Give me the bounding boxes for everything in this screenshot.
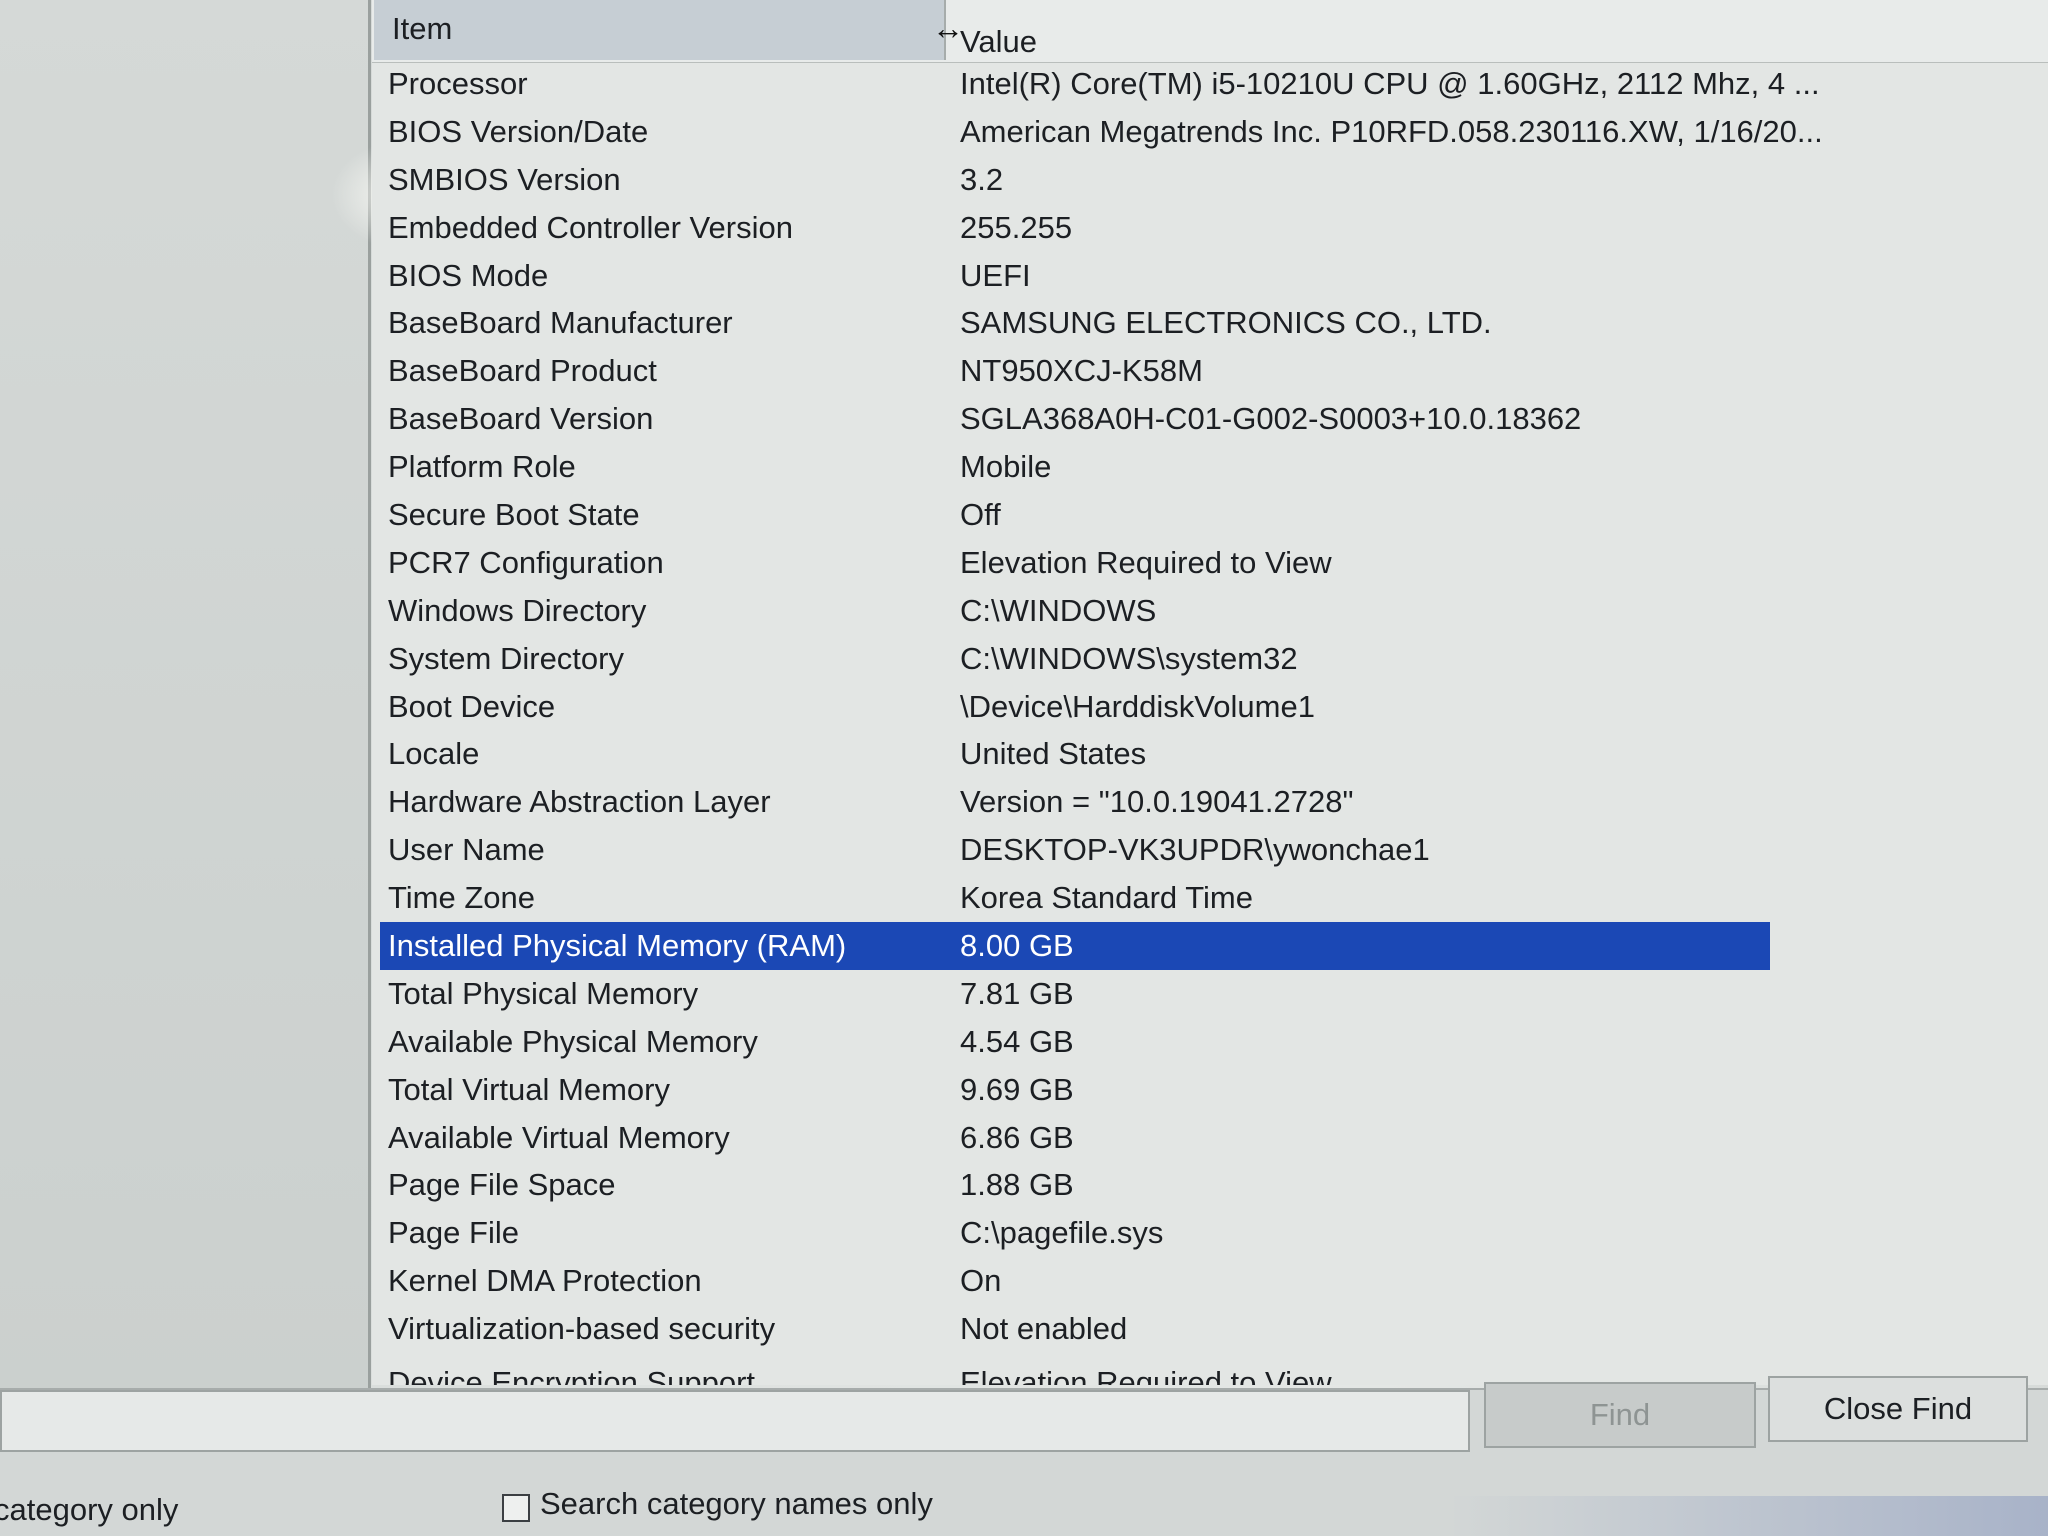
row-value: \Device\HarddiskVolume1: [960, 688, 1315, 724]
row-value: Intel(R) Core(TM) i5-10210U CPU @ 1.60GH…: [960, 66, 1820, 101]
row-value: American Megatrends Inc. P10RFD.058.2301…: [960, 113, 1823, 149]
row-item: Platform Role: [388, 449, 576, 485]
table-row[interactable]: SMBIOS Version 3.2: [372, 156, 1772, 204]
row-value: NT950XCJ-K58M: [960, 353, 1203, 389]
table-row[interactable]: Secure Boot State Off: [372, 491, 1772, 539]
table-row[interactable]: Time Zone Korea Standard Time: [372, 874, 1772, 922]
row-item: BaseBoard Product: [388, 353, 657, 389]
row-value: DESKTOP-VK3UPDR\ywonchae1: [960, 832, 1430, 868]
row-item: Boot Device: [388, 688, 556, 724]
row-value: C:\WINDOWS\system32: [960, 640, 1298, 676]
row-item: Page File Space: [388, 1167, 616, 1203]
row-item: Embedded Controller Version: [388, 209, 793, 245]
row-value: 4.54 GB: [960, 1023, 1074, 1059]
list-rows: Processor Intel(R) Core(TM) i5-10210U CP…: [372, 60, 1823, 1385]
row-value: Version = "10.0.19041.2728": [960, 784, 1354, 820]
table-row[interactable]: Kernel DMA Protection On: [372, 1257, 1772, 1305]
row-value: 255.255: [960, 209, 1073, 245]
table-row[interactable]: Total Virtual Memory 9.69 GB: [372, 1066, 1772, 1114]
row-item: BaseBoard Manufacturer: [388, 305, 733, 341]
row-item: PCR7 Configuration: [388, 544, 664, 580]
table-row[interactable]: Available Physical Memory 4.54 GB: [372, 1018, 1772, 1066]
row-item: Windows Directory: [388, 592, 647, 628]
row-value: 9.69 GB: [960, 1071, 1074, 1107]
system-summary-list[interactable]: Item ↔ Value Processor Intel(R) Core(TM)…: [372, 0, 2048, 1385]
row-item: Hardware Abstraction Layer: [388, 784, 771, 820]
row-item: BaseBoard Version: [388, 401, 654, 437]
table-row[interactable]: Processor Intel(R) Core(TM) i5-10210U CP…: [372, 60, 1820, 108]
table-row[interactable]: Available Virtual Memory 6.86 GB: [372, 1114, 1772, 1162]
table-row[interactable]: BaseBoard Manufacturer SAMSUNG ELECTRONI…: [372, 299, 1772, 347]
row-item: Virtualization-based security: [388, 1311, 776, 1347]
category-tree-pane[interactable]: [0, 0, 371, 1398]
row-item: Installed Physical Memory (RAM): [388, 928, 847, 964]
row-value: 6.86 GB: [960, 1119, 1074, 1155]
row-item: Secure Boot State: [388, 497, 640, 533]
table-row[interactable]: BIOS Version/Date American Megatrends In…: [372, 108, 1823, 156]
table-row[interactable]: Boot Device \Device\HarddiskVolume1: [372, 683, 1772, 731]
row-item: SMBIOS Version: [388, 161, 621, 197]
row-value: Off: [960, 497, 1001, 533]
table-row[interactable]: Page File C:\pagefile.sys: [372, 1209, 1772, 1257]
find-button-label: Find: [1589, 1397, 1651, 1432]
row-value: 8.00 GB: [960, 928, 1074, 964]
list-header: Item ↔ Value: [372, 0, 2048, 63]
row-value: Elevation Required to View: [960, 1365, 1332, 1385]
find-what-input[interactable]: [0, 1390, 1470, 1452]
table-row[interactable]: BIOS Mode UEFI: [372, 252, 1772, 300]
row-item: Time Zone: [388, 880, 536, 916]
taskbar-edge: [1448, 1496, 2048, 1536]
row-item: System Directory: [388, 640, 624, 676]
table-row[interactable]: Device Encryption Support Elevation Requ…: [372, 1353, 1772, 1385]
table-row[interactable]: Total Physical Memory 7.81 GB: [372, 970, 1772, 1018]
row-item: Device Encryption Support: [388, 1365, 756, 1385]
row-item: Locale: [388, 736, 480, 772]
row-value: SAMSUNG ELECTRONICS CO., LTD.: [960, 305, 1492, 341]
row-value: Not enabled: [960, 1311, 1128, 1347]
row-value: UEFI: [960, 257, 1031, 293]
row-item: Total Physical Memory: [388, 975, 699, 1011]
close-find-button-label: Close Find: [1823, 1391, 1973, 1426]
row-item: BIOS Version/Date: [388, 113, 649, 149]
row-value: SGLA368A0H-C01-G002-S0003+10.0.18362: [960, 401, 1582, 437]
search-selected-category-only-label[interactable]: category only: [0, 1482, 178, 1536]
table-row[interactable]: Windows Directory C:\WINDOWS: [372, 587, 1772, 635]
search-category-names-only-label[interactable]: Search category names only: [540, 1476, 933, 1532]
row-item: Page File: [388, 1215, 519, 1251]
row-value: United States: [960, 736, 1147, 772]
row-value: Korea Standard Time: [960, 880, 1253, 916]
row-value: C:\WINDOWS: [960, 592, 1157, 628]
table-row[interactable]: Platform Role Mobile: [372, 443, 1772, 491]
table-row[interactable]: Embedded Controller Version 255.255: [372, 204, 1772, 252]
row-value: 3.2: [960, 161, 1004, 197]
table-row[interactable]: System Directory C:\WINDOWS\system32: [372, 635, 1772, 683]
find-button[interactable]: Find: [1484, 1382, 1756, 1448]
row-item: Available Physical Memory: [388, 1023, 758, 1059]
table-row[interactable]: Hardware Abstraction Layer Version = "10…: [372, 778, 1772, 826]
row-item: Available Virtual Memory: [388, 1119, 730, 1155]
row-value: 7.81 GB: [960, 975, 1074, 1011]
row-value: 1.88 GB: [960, 1167, 1074, 1203]
column-header-item[interactable]: Item: [374, 0, 946, 60]
table-row[interactable]: Locale United States: [372, 730, 1772, 778]
row-value: C:\pagefile.sys: [960, 1215, 1164, 1251]
table-row[interactable]: BaseBoard Version SGLA368A0H-C01-G002-S0…: [372, 395, 1772, 443]
close-find-button[interactable]: Close Find: [1768, 1376, 2028, 1442]
row-item: Total Virtual Memory: [388, 1071, 670, 1107]
row-value: On: [960, 1263, 1002, 1299]
row-item: User Name: [388, 832, 545, 868]
search-category-names-only-checkbox[interactable]: [502, 1494, 530, 1522]
table-row[interactable]: Virtualization-based security Not enable…: [372, 1305, 1772, 1353]
row-value: Elevation Required to View: [960, 544, 1332, 580]
table-row-selected[interactable]: Installed Physical Memory (RAM) 8.00 GB: [380, 922, 1770, 970]
row-item: Processor: [388, 66, 528, 101]
system-information-window: Item ↔ Value Processor Intel(R) Core(TM)…: [0, 0, 2048, 1536]
table-row[interactable]: BaseBoard Product NT950XCJ-K58M: [372, 347, 1772, 395]
row-value: Mobile: [960, 449, 1052, 485]
row-item: Kernel DMA Protection: [388, 1263, 702, 1299]
row-item: BIOS Mode: [388, 257, 549, 293]
table-row[interactable]: PCR7 Configuration Elevation Required to…: [372, 539, 1772, 587]
table-row[interactable]: User Name DESKTOP-VK3UPDR\ywonchae1: [372, 826, 1772, 874]
table-row[interactable]: Page File Space 1.88 GB: [372, 1161, 1772, 1209]
